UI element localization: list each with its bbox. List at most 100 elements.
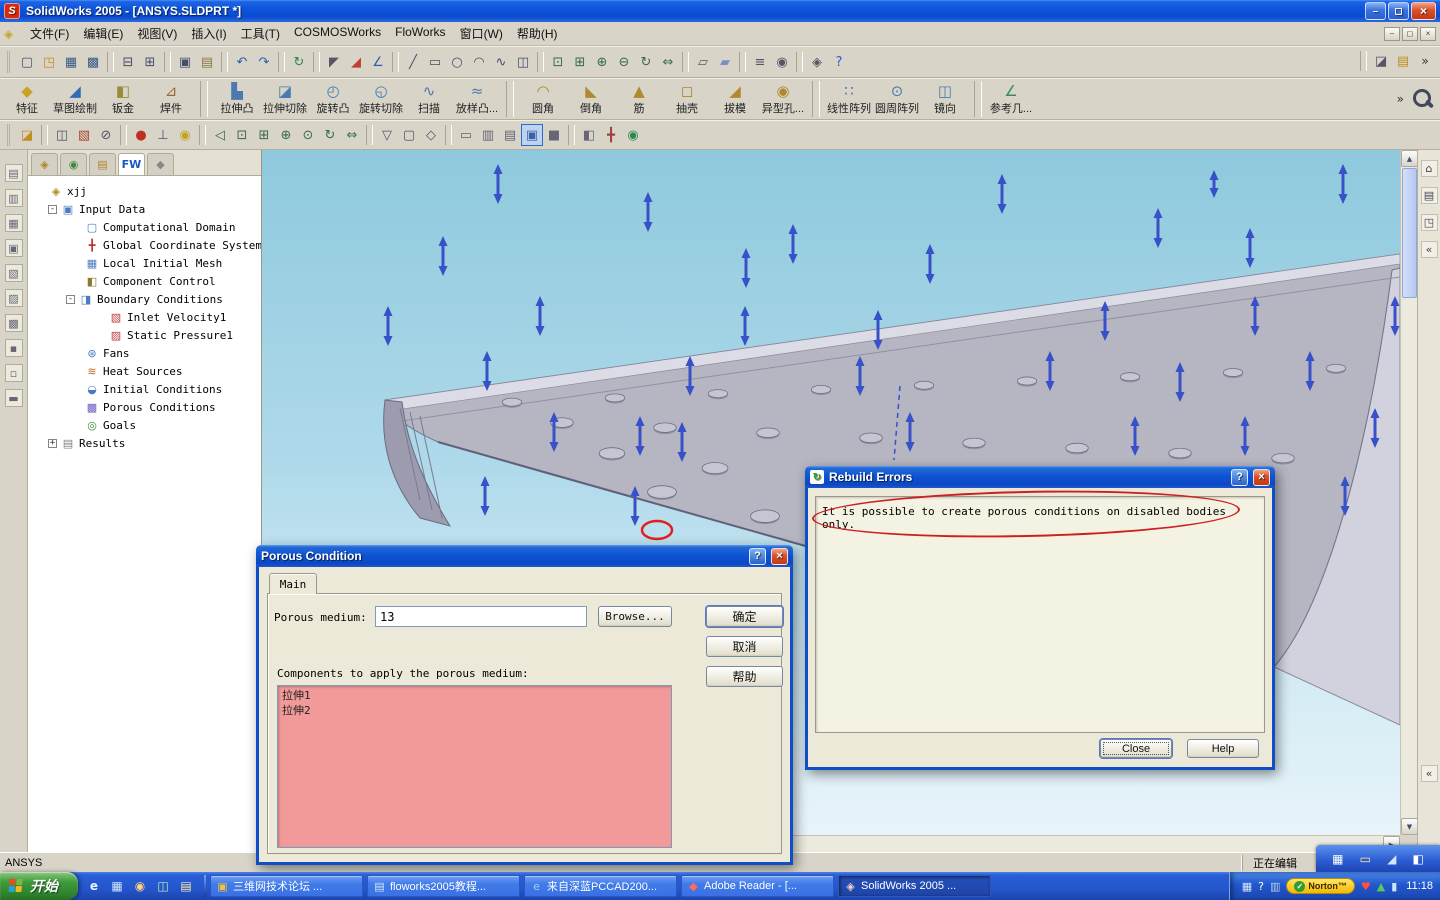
palette-forming-icon[interactable]: ▪ bbox=[4, 339, 23, 357]
new-document-icon[interactable]: ▢ bbox=[16, 51, 38, 73]
quick-launch-ie-icon[interactable]: e bbox=[86, 878, 102, 894]
tab-configurationmanager[interactable]: ▤ bbox=[89, 153, 116, 175]
tree-item-heat-sources[interactable]: ≋ Heat Sources bbox=[28, 362, 261, 380]
zoom-in-out-icon[interactable]: ⊕ bbox=[275, 124, 297, 146]
home-icon[interactable]: ⌂ bbox=[1420, 160, 1438, 177]
palette-library-icon[interactable]: ▩ bbox=[4, 314, 23, 332]
open-document-icon[interactable]: ◳ bbox=[38, 51, 60, 73]
toolbar-overflow-chevron[interactable]: » bbox=[1393, 92, 1408, 106]
quick-launch-show-desktop-icon[interactable]: ▦ bbox=[109, 878, 125, 894]
quick-launch-media-player-icon[interactable]: ◉ bbox=[132, 878, 148, 894]
palette-task-icon[interactable]: ▫ bbox=[4, 364, 23, 382]
porous-medium-input[interactable] bbox=[375, 606, 587, 627]
palette-sketch-icon[interactable]: ▥ bbox=[4, 189, 23, 207]
ime-pen-icon[interactable]: ◢ bbox=[1387, 852, 1396, 866]
tree-item-global-coordinate-system[interactable]: ╋ Global Coordinate System bbox=[28, 236, 261, 254]
draft-button[interactable]: ◢ 拔模 bbox=[711, 79, 759, 119]
sketch-tab[interactable]: ◢ 草图绘制 bbox=[51, 79, 99, 119]
task-solidworks[interactable]: ◈ SolidWorks 2005 ... bbox=[838, 875, 991, 897]
options-icon[interactable]: ◈ bbox=[806, 51, 828, 73]
menu-insert[interactable]: 插入(I) bbox=[184, 22, 233, 45]
task-floworks-tutorial[interactable]: ▤ floworks2005教程... bbox=[367, 875, 520, 897]
select-other-icon[interactable]: ◪ bbox=[1370, 50, 1392, 72]
vertical-scroll-thumb[interactable] bbox=[1402, 168, 1417, 298]
measure-icon[interactable]: ≡ bbox=[749, 51, 771, 73]
quick-launch-folder-icon[interactable]: ▤ bbox=[178, 878, 194, 894]
ok-button[interactable]: 确定 bbox=[706, 606, 783, 627]
copy-icon[interactable]: ▣ bbox=[174, 51, 196, 73]
restore-button[interactable]: ◻ bbox=[1388, 2, 1409, 20]
norton-badge[interactable]: ✓ Norton™ bbox=[1286, 878, 1355, 894]
tree-item-input-data[interactable]: - ▣ Input Data bbox=[28, 200, 261, 218]
tree-item-fans[interactable]: ⊛ Fans bbox=[28, 344, 261, 362]
tray-antivirus-icon[interactable]: ♥ bbox=[1361, 880, 1371, 893]
perpendicular-icon[interactable]: ⊥ bbox=[152, 124, 174, 146]
tree-item-local-initial-mesh[interactable]: ▦ Local Initial Mesh bbox=[28, 254, 261, 272]
zoom-previous-icon[interactable]: ◁ bbox=[209, 124, 231, 146]
dialog-close-icon[interactable]: × bbox=[1253, 468, 1270, 486]
standard-views-icon[interactable]: ▽ bbox=[376, 124, 398, 146]
tree-item-component-control[interactable]: ◧ Component Control bbox=[28, 272, 261, 290]
fillet-button[interactable]: ◠ 圆角 bbox=[519, 79, 567, 119]
dimension-icon[interactable]: ∠ bbox=[367, 51, 389, 73]
tray-network-icon[interactable]: ▦ bbox=[1242, 880, 1252, 893]
mdi-minimize-button[interactable]: – bbox=[1384, 26, 1400, 41]
hidden-lines-removed-icon[interactable]: ▤ bbox=[499, 124, 521, 146]
zoom-out-icon[interactable]: ⊖ bbox=[613, 51, 635, 73]
tray-taskmanager-icon[interactable]: ▥ bbox=[1270, 880, 1280, 893]
tab-propertymanager[interactable]: ◉ bbox=[60, 153, 87, 175]
sweep-button[interactable]: ∿ 扫描 bbox=[405, 79, 453, 119]
toolbar-overflow-chevron[interactable]: » bbox=[1414, 50, 1436, 72]
mdi-close-button[interactable]: × bbox=[1420, 26, 1436, 41]
tab-main[interactable]: Main bbox=[269, 573, 317, 594]
menu-tools[interactable]: 工具(T) bbox=[234, 22, 287, 45]
dialog-help-icon[interactable]: ? bbox=[749, 547, 766, 565]
shaded-with-edges-icon[interactable]: ▣ bbox=[521, 124, 543, 146]
help-button[interactable]: 帮助 bbox=[706, 666, 783, 687]
close-button[interactable]: Close bbox=[1100, 739, 1172, 758]
tab-floworks[interactable]: FW bbox=[118, 153, 145, 175]
redo-icon[interactable]: ↷ bbox=[253, 51, 275, 73]
component-list-item[interactable]: 拉伸1 bbox=[282, 688, 667, 703]
suppress-icon[interactable]: ⊘ bbox=[95, 124, 117, 146]
mass-properties-icon[interactable]: ◉ bbox=[771, 51, 793, 73]
reference-geometry-button[interactable]: ∠ 参考几... bbox=[987, 79, 1035, 119]
chamfer-button[interactable]: ◣ 倒角 bbox=[567, 79, 615, 119]
zoom-selection-icon[interactable]: ⊙ bbox=[297, 124, 319, 146]
save-icon[interactable]: ▦ bbox=[60, 51, 82, 73]
mirror-tool-icon[interactable]: ◫ bbox=[512, 51, 534, 73]
tray-document-icon[interactable]: ▮ bbox=[1391, 880, 1397, 893]
help-button[interactable]: Help bbox=[1187, 739, 1259, 758]
rotate-view-icon[interactable]: ↻ bbox=[319, 124, 341, 146]
cancel-button[interactable]: 取消 bbox=[706, 636, 783, 657]
zoom-tool-icon[interactable] bbox=[1408, 86, 1436, 112]
task-pccad-page[interactable]: e 来自深蓝PCCAD200... bbox=[524, 875, 677, 897]
rotate-view-icon[interactable]: ↻ bbox=[635, 51, 657, 73]
browse-button[interactable]: Browse... bbox=[598, 606, 672, 627]
collapse-pane-bottom-icon[interactable]: « bbox=[1420, 765, 1438, 782]
rebuild-icon[interactable]: ↻ bbox=[288, 51, 310, 73]
scroll-up-icon[interactable]: ▲ bbox=[1401, 150, 1418, 167]
expand-toggle[interactable]: - bbox=[66, 294, 75, 304]
tree-item-goals[interactable]: ◎ Goals bbox=[28, 416, 261, 434]
edit-component-icon[interactable]: ▧ bbox=[73, 124, 95, 146]
select-color-icon[interactable]: ● bbox=[130, 124, 152, 146]
zoom-fit-icon[interactable]: ⊡ bbox=[231, 124, 253, 146]
expand-toggle[interactable]: - bbox=[48, 204, 57, 214]
pan-icon[interactable]: ⇔ bbox=[341, 124, 363, 146]
spline-tool-icon[interactable]: ∿ bbox=[490, 51, 512, 73]
components-listbox[interactable]: 拉伸1 拉伸2 bbox=[277, 685, 672, 848]
palette-annotation-icon[interactable]: ▦ bbox=[4, 214, 23, 232]
extruded-boss-button[interactable]: ▙ 拉伸凸 bbox=[213, 79, 261, 119]
print-preview-icon[interactable]: ⊞ bbox=[139, 51, 161, 73]
sketch-icon[interactable]: ◢ bbox=[345, 51, 367, 73]
zoom-in-icon[interactable]: ⊕ bbox=[591, 51, 613, 73]
reference-axis-icon[interactable]: ╋ bbox=[600, 124, 622, 146]
features-tab[interactable]: ◆ 特征 bbox=[3, 79, 51, 119]
menu-help[interactable]: 帮助(H) bbox=[510, 22, 565, 45]
circle-tool-icon[interactable]: ○ bbox=[446, 51, 468, 73]
menu-window[interactable]: 窗口(W) bbox=[453, 22, 510, 45]
revolved-boss-button[interactable]: ◴ 旋转凸 bbox=[309, 79, 357, 119]
isometric-view-icon[interactable]: ◇ bbox=[420, 124, 442, 146]
wireframe-icon[interactable]: ▭ bbox=[455, 124, 477, 146]
